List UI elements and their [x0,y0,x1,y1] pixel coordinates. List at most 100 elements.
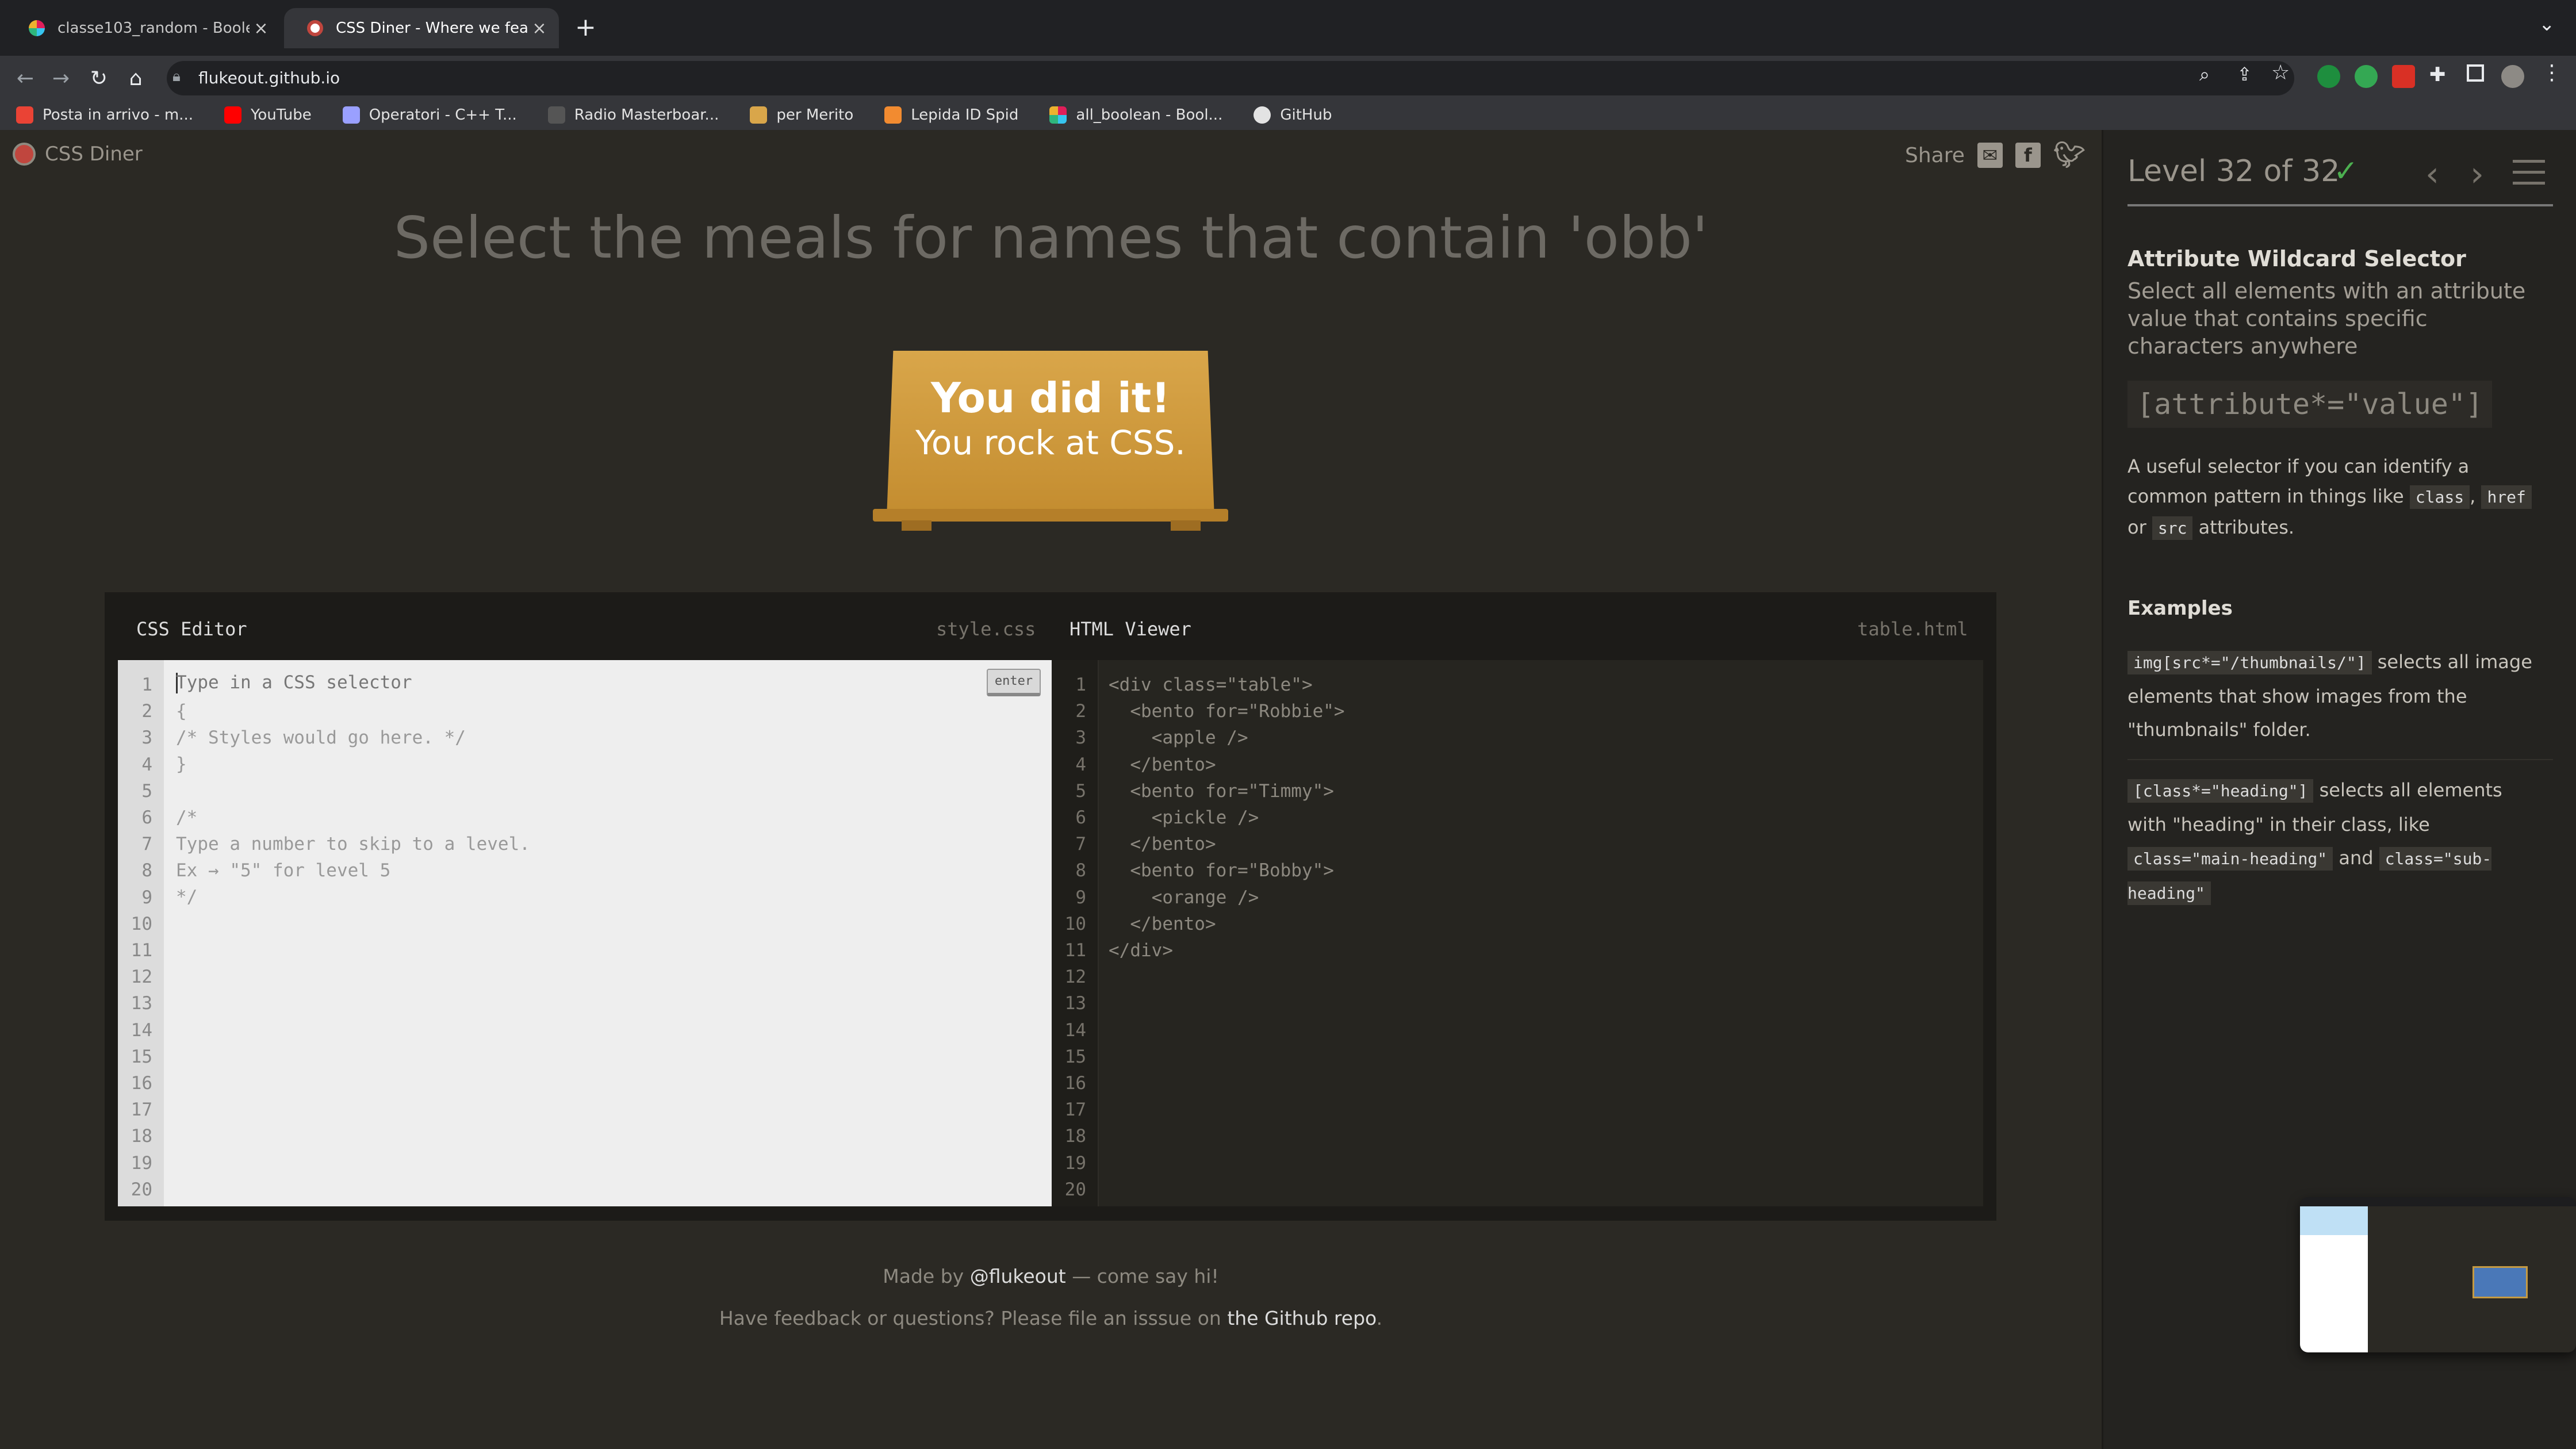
zoom-icon[interactable]: ⌕ [2199,63,2210,86]
tab-title: CSS Diner - Where we feast on [336,20,528,37]
selector-syntax: [attribute*="value"] [2128,381,2493,428]
footer-credit: Made by @flukeout — come say hi! [0,1265,2102,1287]
bookmark-radio[interactable]: Radio Masterboar... [547,106,719,124]
bookmark-posta[interactable]: Posta in arrivo - m... [16,106,193,124]
bookmark-lepida[interactable]: Lepida ID Spid [884,106,1018,124]
browser-tab-bar: classe103_random - Boolean × CSS Diner -… [0,0,2576,56]
site-icon [342,106,360,124]
previous-level-icon[interactable]: ‹ [2425,154,2439,194]
hint-text: or [2128,516,2146,538]
table-edge [873,509,1228,522]
sidepanel-icon[interactable] [2467,64,2484,82]
extension-red-icon[interactable] [2392,65,2415,88]
order-instruction: Select the meals for names that contain … [393,204,1708,271]
success-subtitle: You rock at CSS. [915,423,1186,462]
extension-green-icon[interactable] [2355,65,2378,88]
plate-logo-icon [13,143,36,166]
browser-menu-icon[interactable]: ⋮ [2542,61,2562,85]
next-level-icon[interactable]: › [2470,154,2484,194]
css-editor-code: { /* Styles would go here. */ } /* Type … [176,701,530,908]
thumbnail-screen [2368,1206,2576,1352]
github-repo-link[interactable]: the Github repo [1227,1307,1376,1329]
slack-icon [29,20,45,36]
html-line-numbers: 1 2 3 4 5 6 7 8 9 10 11 12 13 14 15 16 17 18 19 20 [1064,674,1086,1200]
css-diner-logo[interactable]: CSS Diner [13,143,143,166]
share-bar: Share ✉ f 🐦︎ [1905,143,2086,168]
close-icon[interactable]: × [250,18,273,39]
css-editor-title: CSS Editor [136,618,247,640]
bookmark-operatori[interactable]: Operatori - C++ T... [342,106,517,124]
author-link[interactable]: @flukeout [970,1265,1066,1287]
examples-divider [2128,759,2553,760]
css-selector-input-row[interactable]: Type in a CSS selector [164,667,981,698]
lepida-icon [884,106,902,124]
bookmark-label: Operatori - C++ T... [369,106,517,124]
email-icon[interactable]: ✉ [1977,143,2003,168]
new-tab-button[interactable]: + [575,13,596,42]
css-diner-favicon-icon [307,20,323,36]
merito-icon [750,106,768,124]
bookmark-star-icon[interactable]: ☆ [2271,61,2290,85]
footer-text: Have feedback or questions? Please file … [719,1307,1221,1329]
close-icon[interactable]: × [528,18,551,39]
facebook-icon[interactable]: f [2015,143,2041,168]
html-viewer-title: HTML Viewer [1070,618,1191,640]
tab-css-diner[interactable]: CSS Diner - Where we feast on × [284,8,559,48]
code-tag: href [2481,485,2532,509]
example-2: [class*="heading"] selects all elements … [2128,773,2542,910]
html-viewer-code[interactable]: <div class="table"> <bento for="Robbie">… [1109,672,1345,964]
forward-arrow-icon[interactable]: → [44,62,78,96]
extensions-puzzle-icon[interactable]: ✚ [2429,63,2446,86]
bookmark-youtube[interactable]: YouTube [224,106,312,124]
twitter-icon[interactable]: 🐦︎ [2053,143,2086,168]
thumbnail-header [2300,1206,2368,1235]
tab-search-chevron-icon[interactable]: ⌄ [2539,13,2555,36]
bookmark-label: Posta in arrivo - m... [43,106,193,124]
selector-description: Select all elements with an attribute va… [2128,278,2526,359]
bookmark-all-boolean[interactable]: all_boolean - Bool... [1049,106,1222,124]
gmail-icon [16,106,33,124]
bookmark-label: Radio Masterboar... [574,106,719,124]
example-1: img[src*="/thumbnails/"] selects all ima… [2128,645,2542,746]
lock-icon[interactable]: 🔒︎ [172,68,181,86]
hint-text: attributes. [2198,516,2295,538]
success-title: You did it! [930,374,1171,422]
back-arrow-icon[interactable]: ← [8,62,43,96]
thumbnail-window [2472,1266,2528,1298]
home-icon[interactable]: ⌂ [118,62,153,96]
tab-classe103[interactable]: classe103_random - Boolean × [6,8,281,48]
bookmark-label: YouTube [250,106,312,124]
bookmark-label: Lepida ID Spid [911,106,1019,124]
selector-name: Attribute Wildcard Selector [2128,246,2466,271]
url-text[interactable]: flukeout.github.io [198,61,340,95]
code-tag: class [2409,485,2470,509]
completed-check-icon: ✓ [2333,154,2359,189]
share-page-icon[interactable]: ⇪ [2237,63,2252,85]
level-menu-icon[interactable] [2513,160,2545,193]
bookmark-label: GitHub [1280,106,1332,124]
css-line-numbers: 1 2 3 4 5 6 7 8 9 10 11 12 13 14 15 16 17 18 19 20 [131,674,152,1200]
selector-hint: A useful selector if you can identify a … [2128,451,2542,543]
bookmark-label: all_boolean - Bool... [1076,106,1223,124]
bookmark-merito[interactable]: per Merito [750,106,853,124]
footer-text: Made by [883,1265,964,1287]
address-bar[interactable] [167,61,2294,95]
level-indicator[interactable]: Level 32 of 32 [2128,154,2340,189]
css-selector-placeholder[interactable]: Type in a CSS selector [176,669,412,696]
bookmark-label: per Merito [776,106,854,124]
footer-feedback: Have feedback or questions? Please file … [0,1307,2102,1329]
table-leg [1171,520,1201,531]
enter-button[interactable]: enter [987,669,1041,696]
extension-grammarly-icon[interactable] [2317,65,2340,88]
bookmark-github[interactable]: GitHub [1254,106,1332,124]
level-progress-bar [2128,204,2553,206]
screen-thumbnail-preview[interactable] [2300,1197,2576,1352]
example-text: and [2339,847,2374,869]
reload-icon[interactable]: ↻ [82,62,116,96]
footer-text: . [1376,1307,1383,1329]
profile-avatar-icon[interactable] [2501,65,2524,88]
youtube-icon [224,106,241,124]
github-icon [1254,106,1271,124]
code-tag: [class*="heading"] [2128,779,2314,803]
table-leg [902,520,931,531]
